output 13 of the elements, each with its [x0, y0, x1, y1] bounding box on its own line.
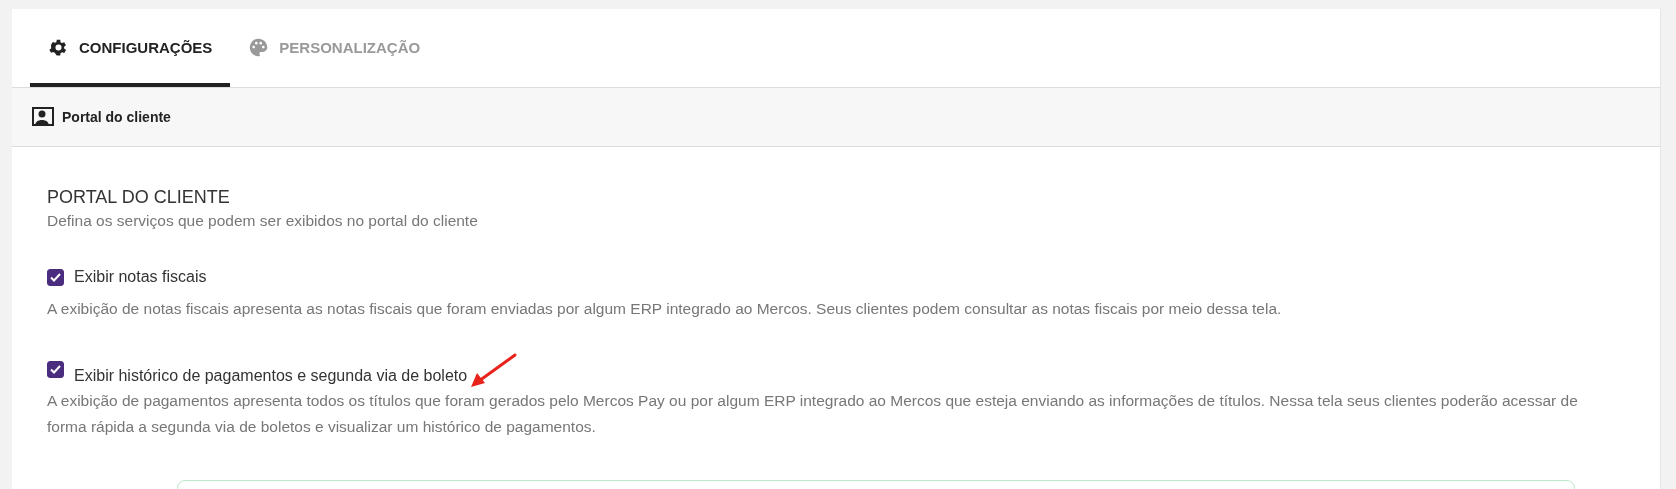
option-description: A exibição de pagamentos apresenta todos os títulos que foram gerados pelo Mercos Pay ou por algum ERP integrado ao Mercos que esteja enviando as informações de títulos. Nessa tela seus clientes poderão acessar de forma rápida a segunda via de boletos e visualizar um histórico de pagamentos. — [47, 391, 1579, 437]
checkmark-icon — [50, 272, 61, 282]
contact-card-icon — [32, 107, 54, 127]
section-title: Portal do cliente — [62, 109, 171, 125]
section-description: Defina os serviços que podem ser exibidos no portal do cliente — [47, 212, 479, 230]
checkbox[interactable] — [47, 268, 64, 286]
option-description: A exibição de notas fiscais apresenta as notas fiscais que foram enviadas por algum ERP integrado ao Mercos. Seus clientes podem consultar as notas fiscais por meio dessa tela. — [47, 299, 1283, 319]
checkbox-label: Exibir notas fiscais — [74, 268, 207, 286]
section-heading: PORTAL DO CLIENTE — [47, 187, 231, 208]
checkbox[interactable] — [47, 360, 64, 378]
checkbox-label: Exibir histórico de pagamentos e segunda via de boleto — [74, 367, 468, 385]
palette-icon — [248, 36, 270, 58]
checkmark-icon — [50, 364, 61, 374]
